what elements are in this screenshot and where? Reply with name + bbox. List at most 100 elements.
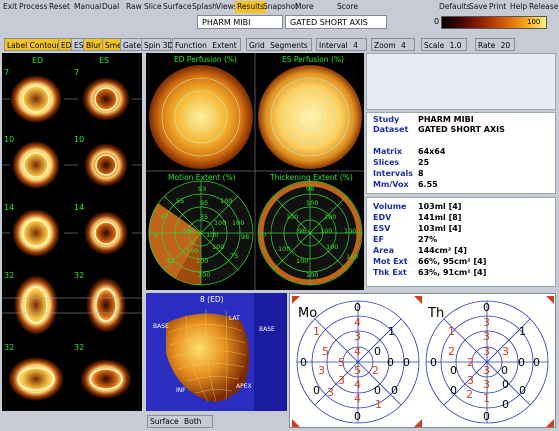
score-corner-markers xyxy=(292,296,554,427)
study-field: PHARM MIBI xyxy=(197,15,283,29)
mo-score-12: 5 xyxy=(338,356,345,369)
thick-value-6: 96 xyxy=(298,227,306,235)
reset-button[interactable]: Reset xyxy=(47,1,72,13)
thick-value-11: 100 xyxy=(346,253,358,261)
thick-value-4: 100 xyxy=(324,213,336,221)
raw-button[interactable]: Raw xyxy=(124,1,144,13)
surface-inf-label: INF xyxy=(176,387,186,394)
function-select[interactable]: Function Extent xyxy=(172,38,241,51)
motion-value-2: 55 xyxy=(176,197,184,205)
thickening-extent-title: Thickening Extent (%) xyxy=(270,173,353,182)
th-score-14: 0 xyxy=(501,364,508,377)
interval-value: 4 xyxy=(353,41,358,50)
blur-button[interactable]: Blur xyxy=(83,38,103,51)
mo-score-21: 1 xyxy=(375,398,382,411)
thick-value-9: 100 xyxy=(278,245,290,253)
info-mmvox: Mm/Vox 6.55 xyxy=(373,180,438,189)
help-button[interactable]: Help xyxy=(508,1,529,13)
score-panel[interactable]: 0 1 4 1 0 0 5 3 0 0 3 5 4 5 2 3 4 3 4 0 … xyxy=(289,293,556,428)
surface-button[interactable]: Surface xyxy=(161,1,194,13)
function-label: Function xyxy=(175,41,207,50)
motion-value-18: 100 xyxy=(198,271,210,279)
results-info-panel: Volume 103ml [4] EDV 141ml [8] ESV 103ml [4… xyxy=(366,197,556,287)
spin3d-button[interactable]: Spin 3D xyxy=(141,38,173,51)
polar-maps-panel[interactable]: 93 55 95 100 47 35 100 100 100 0 100 98 … xyxy=(146,53,364,290)
mo-score-18: 3 xyxy=(327,386,334,399)
ed-button[interactable]: ED xyxy=(58,38,72,51)
score-button[interactable]: Score xyxy=(335,1,360,13)
thick-value-2: 100 xyxy=(306,199,318,207)
mo-score-15: 2 xyxy=(372,364,379,377)
th-score-15: 3 xyxy=(483,364,490,377)
mo-score-13: 4 xyxy=(354,345,361,358)
mo-score-22: 0 xyxy=(313,384,320,397)
mo-score-7: 5 xyxy=(322,345,329,358)
th-score-8: 0 xyxy=(518,356,525,369)
info-dataset: Dataset GATED SHORT AXIS xyxy=(373,125,505,134)
slice-panel[interactable]: ED ES 7 7 10 10 14 14 32 32 32 32 xyxy=(2,53,142,411)
mo-score-3: 4 xyxy=(354,316,361,329)
es-perfusion-title: ES Perfusion (%) xyxy=(282,55,344,64)
slice-images xyxy=(2,75,142,401)
thick-value-13: 100 xyxy=(306,271,318,279)
mo-score-17: 4 xyxy=(354,378,361,391)
info-edv: EDV 141ml [8] xyxy=(373,213,462,222)
surface-3d-panel[interactable]: 8 (ED) BASE LAT APEX INF BASE xyxy=(146,293,287,411)
thick-value-1: 98 xyxy=(306,185,314,193)
label-contours-button[interactable]: Label Contours xyxy=(4,38,63,51)
more-button[interactable]: More xyxy=(293,1,316,13)
info-slices: Slices 25 xyxy=(373,158,430,167)
surface-select[interactable]: Surface Both xyxy=(147,415,213,428)
grid-label: Grid xyxy=(249,41,265,50)
info-matrix: Matrix 64x64 xyxy=(373,147,446,156)
scale-value: 1.0 xyxy=(449,41,462,50)
mo-label: Mo xyxy=(298,306,318,321)
thick-value-5: 0 xyxy=(262,231,266,239)
function-value: Extent xyxy=(212,41,237,50)
motion-value-15: 75 xyxy=(230,252,238,260)
th-score-23: 0 xyxy=(483,410,490,423)
motion-value-4: 100 xyxy=(220,197,232,205)
info-study: Study PHARM MIBI xyxy=(373,115,474,124)
th-score-10: 3 xyxy=(502,345,509,358)
th-score-18: 0 xyxy=(502,378,509,391)
motion-value-11: 100 xyxy=(206,231,218,239)
grid-select[interactable]: Grid Segments xyxy=(246,38,312,51)
dataset-info-panel: Study PHARM MIBI Dataset GATED SHORT AXIS … xyxy=(366,112,556,194)
release-button[interactable]: Release xyxy=(527,1,559,13)
th-score-12: 3 xyxy=(483,345,490,358)
thick-value-12: 100 xyxy=(296,257,308,265)
print-button[interactable]: Print xyxy=(487,1,508,13)
zoom-value: 4 xyxy=(401,41,406,50)
th-score-9: 0 xyxy=(533,356,540,369)
mo-score-14: 5 xyxy=(354,364,361,377)
th-score-21: 0 xyxy=(450,384,457,397)
th-score-6: 2 xyxy=(448,345,455,358)
mo-score-20: 0 xyxy=(374,384,381,397)
motion-value-14: 100 xyxy=(186,247,198,255)
rate-select[interactable]: Rate 20 xyxy=(475,38,515,51)
zoom-select[interactable]: Zoom 4 xyxy=(371,38,415,51)
ed-perfusion-map xyxy=(149,65,253,169)
thick-value-8: 100 xyxy=(344,227,356,235)
gate-button[interactable]: Gate xyxy=(120,38,142,51)
scale-select[interactable]: Scale 1.0 xyxy=(421,38,467,51)
dataset-field: GATED SHORT AXIS xyxy=(285,15,387,29)
colorbar-min: 0 xyxy=(434,17,440,26)
mo-score-2: 1 xyxy=(313,325,320,338)
interval-select[interactable]: Interval 4 xyxy=(316,38,367,51)
process-button[interactable]: Process xyxy=(17,1,49,13)
colorbar-max: 100 xyxy=(527,18,541,26)
motion-value-8: 100 xyxy=(232,219,244,227)
motion-value-17: 42 xyxy=(166,257,174,265)
mo-score-9: 0 xyxy=(374,345,381,358)
manual-button[interactable]: Manual xyxy=(72,1,103,13)
polar-maps: 93 55 95 100 47 35 100 100 100 0 100 98 … xyxy=(146,53,364,290)
es-perfusion-map xyxy=(258,65,362,169)
info-strip: PHARM MIBI GATED SHORT AXIS 0 100 xyxy=(0,14,559,36)
dual-button[interactable]: Dual xyxy=(100,1,121,13)
motion-value-16: 100 xyxy=(196,257,208,265)
motion-value-13: 100 xyxy=(212,243,224,251)
motion-extent-map xyxy=(148,180,254,286)
grid-value: Segments xyxy=(270,41,308,50)
